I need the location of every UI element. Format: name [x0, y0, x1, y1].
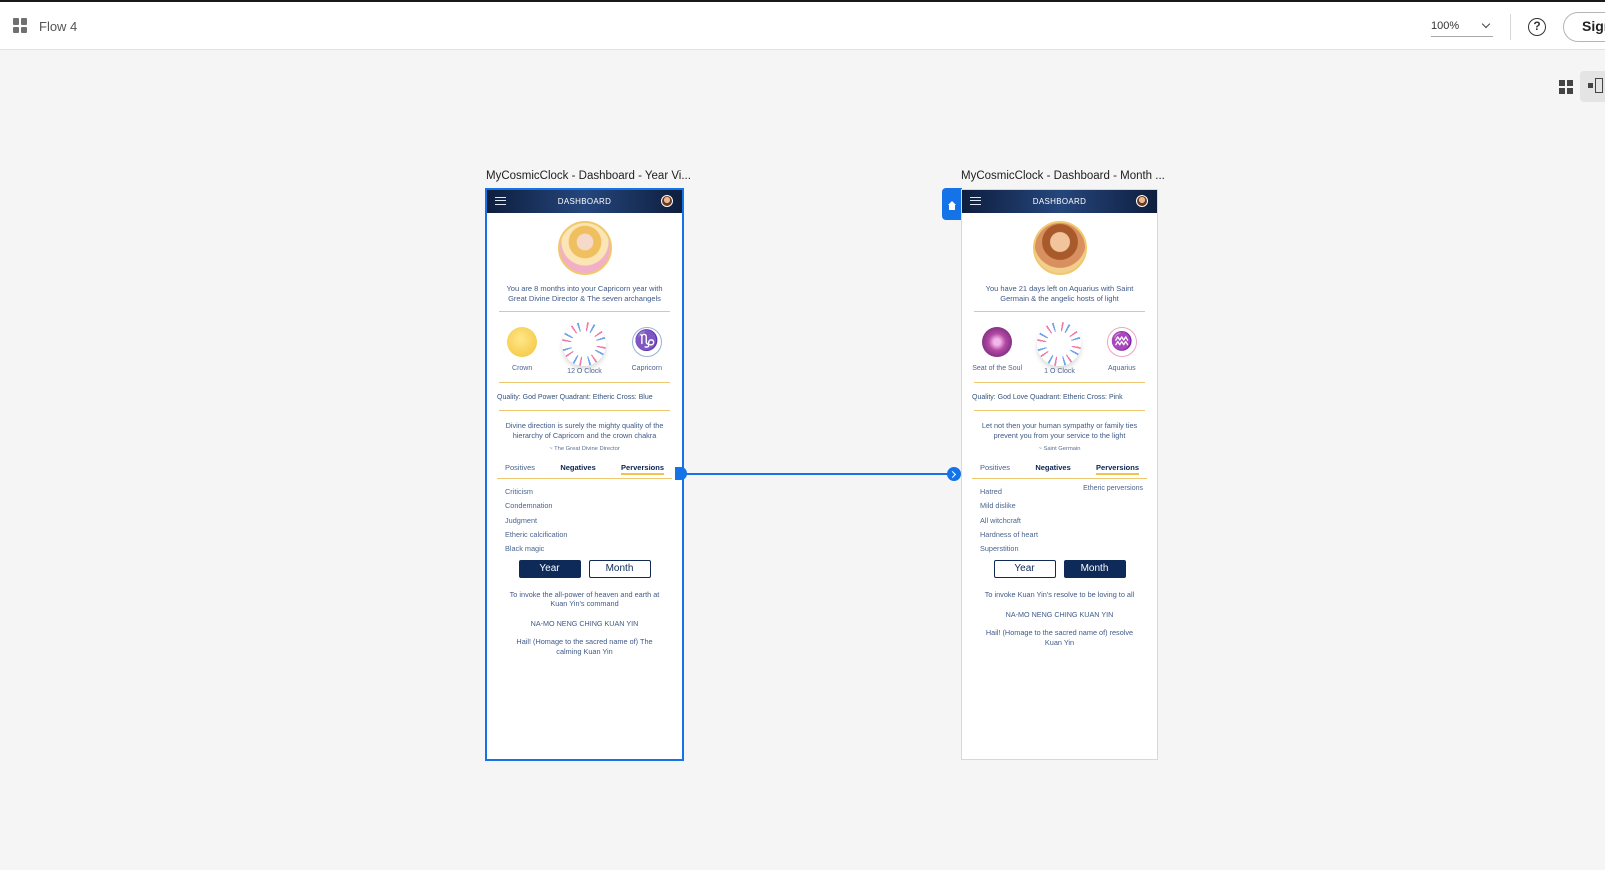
artboard-title-month[interactable]: MyCosmicClock - Dashboard - Month ...: [961, 170, 1165, 182]
month-button[interactable]: Month: [1063, 560, 1126, 578]
list-item: Hardness of heart: [980, 529, 1039, 539]
sign-icons-row: Crown 12 O Clock ♑ Capricorn: [487, 322, 682, 382]
header-title: DASHBOARD: [557, 197, 612, 206]
crown-chakra-icon: [507, 327, 538, 357]
hail-text: Hail! (Homage to the sacred name of) The…: [516, 637, 653, 656]
artboard-title-year[interactable]: MyCosmicClock - Dashboard - Year Vi...: [486, 170, 691, 182]
home-icon: [947, 201, 957, 210]
artboard-month-view[interactable]: DASHBOARD You have 21 days left on Aquar…: [961, 189, 1158, 760]
list-note: Etheric perversions: [1083, 485, 1143, 492]
tab-negatives[interactable]: Negatives: [560, 463, 595, 475]
mantra-text: NA-MO NENG CHING KUAN YIN: [530, 619, 639, 628]
sign-label: Aquarius: [1107, 365, 1136, 372]
clock-label: 12 O Clock: [567, 368, 602, 375]
home-flag[interactable]: [942, 188, 962, 220]
capricorn-icon: ♑: [631, 327, 662, 357]
tab-perversions[interactable]: Perversions: [1096, 463, 1139, 475]
chakra-label: Crown: [512, 365, 533, 372]
tab-bar: Positives Negatives Perversions: [497, 463, 672, 479]
qualities-list: Criticism Condemnation Judgment Etheric …: [487, 479, 682, 553]
aquarius-icon: ♒: [1106, 327, 1137, 357]
header-title: DASHBOARD: [1032, 197, 1087, 206]
sign-label: Capricorn: [631, 365, 662, 372]
document-title: Flow 4: [39, 19, 78, 34]
qualities-list: Etheric perversions Hatred Mild dislike …: [962, 479, 1157, 553]
tab-negatives[interactable]: Negatives: [1035, 463, 1070, 475]
list-item: Etheric calcification: [505, 529, 568, 539]
chevron-right-icon[interactable]: [947, 467, 961, 481]
profile-avatar-icon[interactable]: [1136, 195, 1148, 207]
profile-avatar-icon[interactable]: [661, 195, 673, 207]
app-header: DASHBOARD: [487, 190, 682, 213]
list-item: Condemnation: [505, 501, 553, 511]
soul-chakra-icon: [982, 327, 1013, 357]
quality-line: Quality: God Power Quadrant: Etheric Cro…: [497, 394, 653, 401]
list-item: Criticism: [505, 487, 533, 496]
quality-line: Quality: God Love Quadrant: Etheric Cros…: [972, 394, 1123, 401]
apps-grid-icon[interactable]: [13, 18, 28, 33]
quote-attribution: ~ The Great Divine Director: [549, 446, 620, 452]
year-button[interactable]: Year: [518, 560, 581, 578]
quote-attribution: ~ Saint Germain: [1038, 446, 1081, 452]
intro-text: You are 8 months into your Capricorn yea…: [506, 284, 663, 303]
cosmic-clock-icon: [562, 322, 607, 366]
quote-text: Let not then your human sympathy or fami…: [981, 421, 1138, 440]
clock-label: 1 O Clock: [1044, 368, 1075, 375]
invocation-text: To invoke Kuan Yin's resolve to be lovin…: [984, 590, 1135, 599]
period-toggle: Year Month: [487, 560, 682, 578]
month-button[interactable]: Month: [588, 560, 651, 578]
tab-perversions[interactable]: Perversions: [621, 463, 664, 475]
connector-start-handle[interactable]: [675, 467, 687, 480]
sign-in-button[interactable]: Sign: [1563, 12, 1605, 42]
period-toggle: Year Month: [962, 560, 1157, 578]
quote-text: Divine direction is surely the mighty qu…: [505, 421, 664, 440]
list-item: Black magic: [505, 544, 545, 554]
top-bar: Flow 4 100% ? Sign: [0, 0, 1605, 50]
clock-cell: 1 O Clock: [1031, 322, 1087, 375]
year-button[interactable]: Year: [993, 560, 1056, 578]
list-item: All witchcraft: [980, 515, 1021, 525]
chakra-cell: Crown: [494, 322, 550, 372]
zoom-value: 100%: [1431, 19, 1460, 32]
cosmic-clock-icon: [1037, 322, 1082, 366]
master-portrait: [557, 221, 612, 275]
list-item: Judgment: [505, 515, 538, 525]
sign-icons-row: Seat of the Soul 1 O Clock ♒ Aquarius: [962, 322, 1157, 382]
sign-cell: ♑ Capricorn: [619, 322, 675, 372]
sign-cell: ♒ Aquarius: [1094, 322, 1150, 372]
detail-view-icon[interactable]: [1580, 71, 1605, 102]
list-item: Superstition: [980, 544, 1019, 554]
chevron-down-icon: [1481, 19, 1491, 28]
divider: [499, 311, 670, 312]
artboard-year-view[interactable]: DASHBOARD You are 8 months into your Cap…: [485, 188, 684, 761]
grid-view-icon[interactable]: [1559, 80, 1573, 94]
tab-positives[interactable]: Positives: [980, 463, 1010, 475]
chakra-cell: Seat of the Soul: [969, 322, 1025, 372]
help-icon[interactable]: ?: [1528, 18, 1546, 36]
app-header: DASHBOARD: [962, 190, 1157, 213]
master-portrait: [1032, 221, 1087, 275]
tab-positives[interactable]: Positives: [505, 463, 535, 475]
intro-text: You have 21 days left on Aquarius with S…: [985, 284, 1134, 303]
hail-text: Hail! (Homage to the sacred name of) res…: [985, 628, 1134, 647]
divider: [974, 311, 1145, 312]
invocation-text: To invoke the all-power of heaven and ea…: [509, 590, 660, 608]
clock-cell: 12 O Clock: [556, 322, 612, 375]
zoom-select[interactable]: 100%: [1431, 15, 1493, 37]
list-item: Mild dislike: [980, 501, 1016, 511]
divider: [1510, 14, 1511, 40]
mantra-text: NA-MO NENG CHING KUAN YIN: [1005, 610, 1114, 619]
flow-connector[interactable]: [680, 473, 960, 475]
chakra-label: Seat of the Soul: [972, 365, 1023, 372]
tab-bar: Positives Negatives Perversions: [972, 463, 1147, 479]
